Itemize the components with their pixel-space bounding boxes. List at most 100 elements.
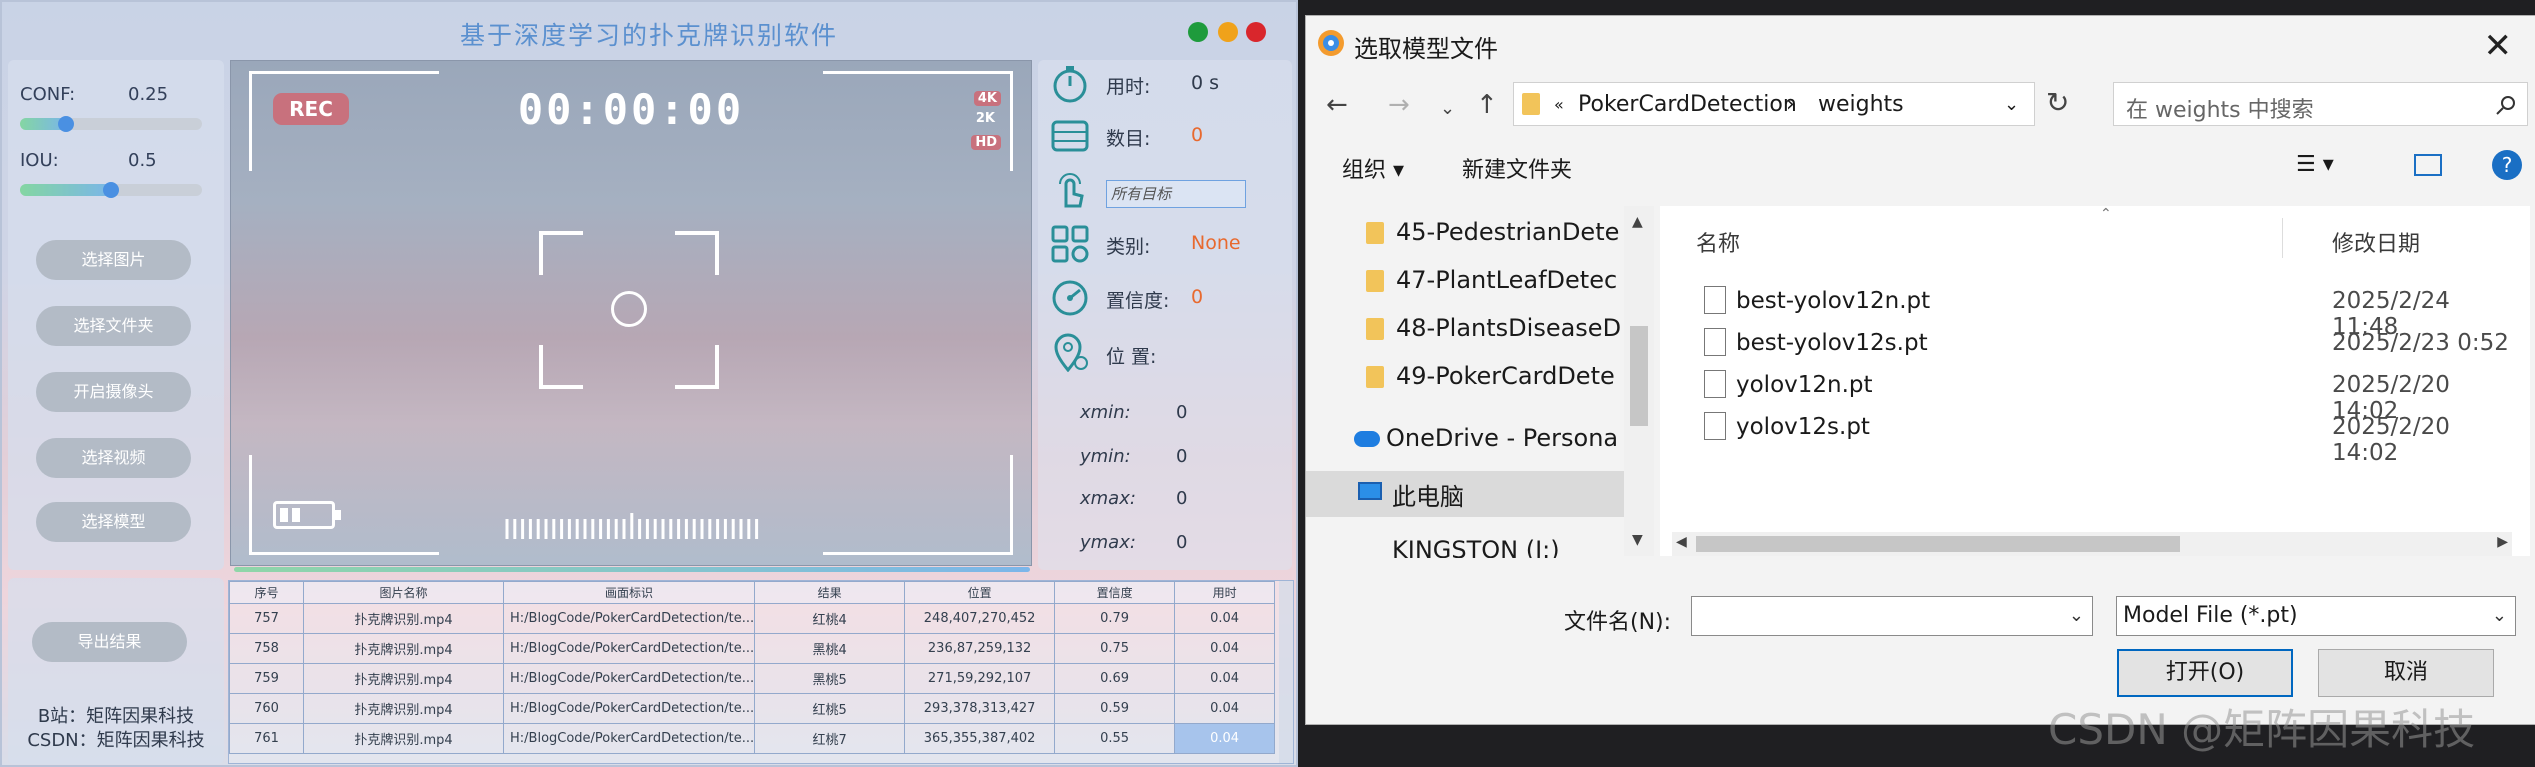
file-type-select[interactable]: Model File (*.pt) ⌄ [2116,596,2516,636]
address-dropdown-icon[interactable]: ⌄ [2004,94,2019,115]
open-button[interactable]: 打开(O) [2117,649,2293,697]
file-row[interactable]: yolov12s.pt 2025/2/20 14:02 [1684,408,2514,466]
address-overflow[interactable]: « [1554,95,1564,114]
column-name-header[interactable]: 名称 [1696,226,1740,258]
conf-slider-knob[interactable] [58,116,74,132]
quality-2k-badge: 2K [975,111,995,126]
video-progress-bar [234,567,1030,572]
scroll-left-icon[interactable]: ◀ [1676,534,1687,550]
nav-drive-item[interactable]: KINGSTON (I:) [1392,536,1560,558]
position-label: 位 置: [1106,346,1157,368]
nav-folder-item[interactable]: 49-PokerCardDete [1366,362,1615,390]
new-folder-button[interactable]: 新建文件夹 [1462,152,1572,184]
address-bar[interactable]: « PokerCardDetection › weights ⌄ [1513,82,2035,126]
scroll-right-icon[interactable]: ▶ [2497,534,2508,550]
export-results-button[interactable]: 导出结果 [32,622,187,662]
scroll-down-icon[interactable]: ▼ [1632,532,1643,548]
file-row[interactable]: best-yolov12n.pt 2025/2/24 11:48 [1684,282,2514,340]
ymin-value: 0 [1176,446,1188,467]
credit-csdn: CSDN：矩阵因果科技 [27,730,205,751]
gauge-icon [1052,280,1088,316]
column-header[interactable]: 置信度 [1054,581,1176,604]
record-timer: 00:00:00 [517,85,745,134]
table-cell: 0.79 [1054,603,1176,634]
close-button[interactable] [1246,22,1266,42]
nav-scrollbar[interactable]: ▲ ▼ [1624,206,1654,556]
target-select[interactable]: 所有目标 [1106,180,1246,208]
ymax-label: ymax: [1080,532,1136,553]
nav-scroll-thumb[interactable] [1630,326,1648,426]
address-separator[interactable]: › [1786,92,1795,117]
cancel-button[interactable]: 取消 [2318,649,2494,697]
forward-arrow-icon[interactable]: → [1388,90,1410,120]
table-cell: 黑桃5 [754,663,906,694]
search-box[interactable]: 在 weights 中搜索 [2113,82,2528,126]
select-model-button[interactable]: 选择模型 [36,502,191,542]
screen: 基于深度学习的扑克牌识别软件 CONF: 0.25 IOU: 0.5 选择图片 … [0,0,2535,767]
dialog-close-icon[interactable]: ✕ [2484,26,2513,66]
file-row[interactable]: best-yolov12s.pt 2025/2/23 0:52 [1684,324,2514,364]
preview-pane-icon[interactable] [2414,154,2442,176]
hscroll-thumb[interactable] [1696,536,2180,552]
table-cell: H:/BlogCode/PokerCardDetection/te... [502,603,756,634]
address-segment[interactable]: PokerCardDetection [1578,92,1797,117]
select-folder-button[interactable]: 选择文件夹 [36,306,191,346]
nav-folder-item[interactable]: 45-PedestrianDete [1366,218,1619,246]
nav-folder-item[interactable]: 47-PlantLeafDetec [1366,266,1617,294]
column-date-header[interactable]: 修改日期 [2332,226,2420,258]
file-icon [1704,286,1726,314]
table-row[interactable]: 761 扑克牌识别.mp4 H:/BlogCode/PokerCardDetec… [229,723,1276,754]
address-segment[interactable]: weights [1818,92,1904,117]
table-row[interactable]: 757 扑克牌识别.mp4 H:/BlogCode/PokerCardDetec… [229,603,1276,634]
conf-value: 0.25 [128,84,169,105]
export-panel: 导出结果 B站：矩阵因果科技 CSDN：矩阵因果科技 [8,578,224,764]
table-row[interactable]: 759 扑克牌识别.mp4 H:/BlogCode/PokerCardDetec… [229,663,1276,694]
nav-folder-item[interactable]: 48-PlantsDiseaseD [1366,314,1621,342]
table-cell: 236,87,259,132 [904,633,1056,664]
search-icon[interactable] [2495,94,2517,116]
maximize-button[interactable] [1188,22,1208,42]
file-row[interactable]: yolov12n.pt 2025/2/20 14:02 [1684,366,2514,424]
select-video-button[interactable]: 选择视频 [36,438,191,478]
up-arrow-icon[interactable]: ↑ [1476,90,1498,120]
table-row[interactable]: 758 扑克牌识别.mp4 H:/BlogCode/PokerCardDetec… [229,633,1276,664]
nav-this-pc-item[interactable]: 此电脑 [1306,471,1636,517]
view-options-icon[interactable]: ☰ ▾ [2296,152,2334,177]
control-panel: CONF: 0.25 IOU: 0.5 选择图片 选择文件夹 开启摄像头 选择视… [8,60,224,570]
column-header[interactable]: 画面标识 [502,581,756,604]
column-header[interactable]: 位置 [904,581,1056,604]
conf-label: CONF: [20,84,76,105]
table-row[interactable]: 760 扑克牌识别.mp4 H:/BlogCode/PokerCardDetec… [229,693,1276,724]
detection-app-window: 基于深度学习的扑克牌识别软件 CONF: 0.25 IOU: 0.5 选择图片 … [0,0,1298,767]
column-header[interactable]: 序号 [229,581,304,604]
column-header[interactable]: 结果 [754,581,906,604]
minimize-button[interactable] [1218,22,1238,42]
table-cell: 0.04 [1174,663,1276,694]
chevron-down-icon[interactable]: ⌄ [2492,597,2507,635]
recent-chevron-icon[interactable]: ⌄ [1440,98,1455,119]
refresh-icon[interactable]: ↻ [2046,86,2069,119]
open-camera-button[interactable]: 开启摄像头 [36,372,191,412]
folder-icon [1366,366,1384,388]
back-arrow-icon[interactable]: ← [1326,90,1348,120]
conf-slider[interactable] [20,116,202,132]
time-value: 0 s [1191,72,1220,94]
select-image-button[interactable]: 选择图片 [36,240,191,280]
file-list-hscrollbar[interactable]: ◀ ▶ [1672,532,2512,556]
organize-menu[interactable]: 组织 ▾ [1342,152,1404,184]
iou-label: IOU: [20,150,59,171]
scroll-up-icon[interactable]: ▲ [1632,214,1643,230]
filename-dropdown-icon[interactable]: ⌄ [2069,605,2084,626]
count-label: 数目: [1106,128,1151,150]
time-label: 用时: [1106,76,1151,98]
column-header[interactable]: 用时 [1174,581,1276,604]
iou-slider[interactable] [20,182,202,198]
help-icon[interactable]: ? [2492,150,2522,180]
iou-slider-knob[interactable] [103,182,119,198]
nav-onedrive-item[interactable]: OneDrive - Persona [1354,424,1618,452]
filename-input[interactable]: ⌄ [1691,596,2093,636]
quality-4k-badge: 4K [973,91,1001,106]
column-header[interactable]: 图片名称 [303,581,504,604]
file-list: ⌃ 名称 修改日期 best-yolov12n.pt 2025/2/24 11:… [1660,206,2530,556]
table-scrollbar[interactable] [1279,581,1293,763]
